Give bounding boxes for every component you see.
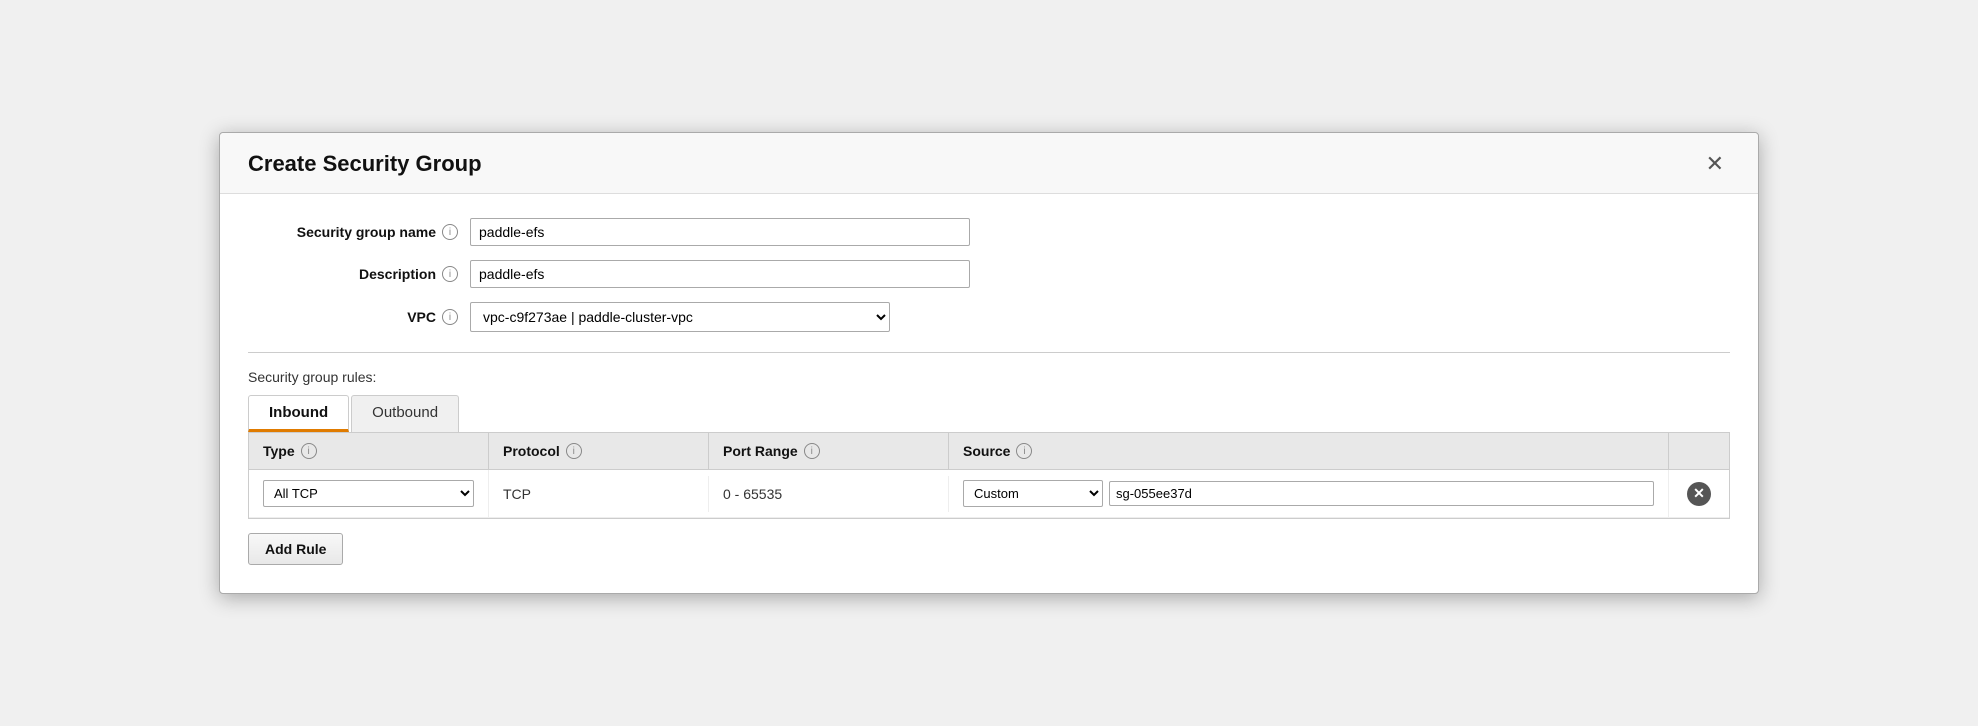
type-select[interactable]: All TCP <box>263 480 474 507</box>
form-section: Security group name i Description i VPC … <box>248 218 1730 332</box>
type-cell: All TCP <box>249 470 489 517</box>
protocol-header: Protocol i <box>489 433 709 469</box>
dialog-title: Create Security Group <box>248 151 482 177</box>
create-security-group-dialog: Create Security Group ✕ Security group n… <box>219 132 1759 594</box>
vpc-select[interactable]: vpc-c9f273ae | paddle-cluster-vpc <box>470 302 890 332</box>
name-label: Security group name i <box>248 224 458 240</box>
protocol-header-info-icon: i <box>566 443 582 459</box>
vpc-row: VPC i vpc-c9f273ae | paddle-cluster-vpc <box>248 302 1730 332</box>
protocol-cell: TCP <box>489 476 709 512</box>
description-input[interactable] <box>470 260 970 288</box>
port-range-header-info-icon: i <box>804 443 820 459</box>
close-button[interactable]: ✕ <box>1700 151 1730 177</box>
tab-outbound[interactable]: Outbound <box>351 395 459 432</box>
source-value-input[interactable] <box>1109 481 1654 506</box>
rules-tabs: Inbound Outbound <box>248 395 1730 433</box>
type-header-info-icon: i <box>301 443 317 459</box>
port-range-value: 0 - 65535 <box>723 486 782 502</box>
source-type-select[interactable]: Custom <box>963 480 1103 507</box>
action-header <box>1669 433 1729 469</box>
source-header: Source i <box>949 433 1669 469</box>
description-row: Description i <box>248 260 1730 288</box>
dialog-body: Security group name i Description i VPC … <box>220 194 1758 593</box>
delete-rule-button[interactable]: ✕ <box>1687 482 1711 506</box>
description-info-icon: i <box>442 266 458 282</box>
delete-icon: ✕ <box>1687 482 1711 506</box>
tab-inbound[interactable]: Inbound <box>248 395 349 432</box>
description-label: Description i <box>248 266 458 282</box>
port-range-header: Port Range i <box>709 433 949 469</box>
name-row: Security group name i <box>248 218 1730 246</box>
table-row: All TCP TCP 0 - 65535 Custom <box>249 470 1729 518</box>
type-header: Type i <box>249 433 489 469</box>
protocol-value: TCP <box>503 486 531 502</box>
name-info-icon: i <box>442 224 458 240</box>
source-cell: Custom <box>949 470 1669 517</box>
vpc-info-icon: i <box>442 309 458 325</box>
rules-section: Security group rules: Inbound Outbound T… <box>248 352 1730 565</box>
add-rule-button[interactable]: Add Rule <box>248 533 343 565</box>
delete-cell: ✕ <box>1669 472 1729 516</box>
name-input[interactable] <box>470 218 970 246</box>
table-header: Type i Protocol i Port Range i Source i <box>249 433 1729 470</box>
source-header-info-icon: i <box>1016 443 1032 459</box>
dialog-header: Create Security Group ✕ <box>220 133 1758 194</box>
rules-label: Security group rules: <box>248 369 1730 385</box>
rules-table: Type i Protocol i Port Range i Source i <box>248 433 1730 519</box>
vpc-label: VPC i <box>248 309 458 325</box>
port-range-cell: 0 - 65535 <box>709 476 949 512</box>
